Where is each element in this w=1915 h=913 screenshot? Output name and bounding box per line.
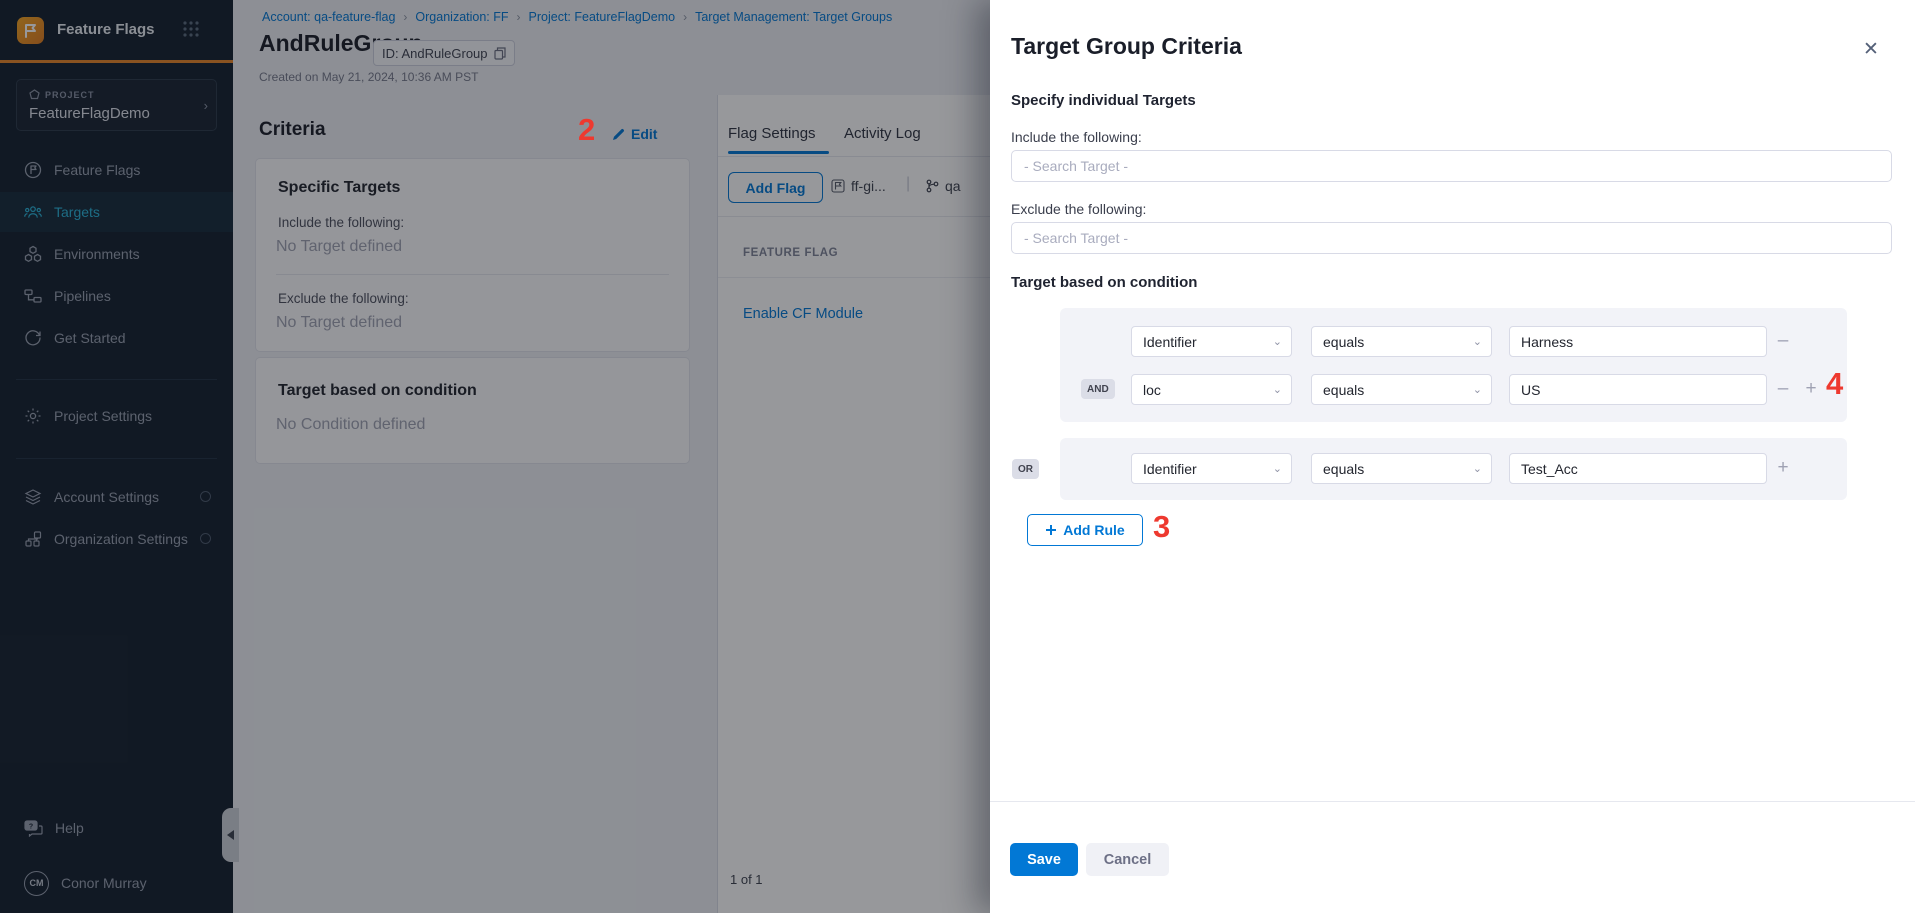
drawer-title: Target Group Criteria [1011, 33, 1242, 60]
annotation-step-3: 3 [1153, 511, 1170, 542]
plus-icon [1045, 524, 1057, 536]
chevron-down-icon: ⌄ [1473, 335, 1482, 348]
operator-select[interactable]: equals ⌄ [1311, 326, 1492, 357]
value-input[interactable] [1509, 453, 1767, 484]
operator-value: equals [1323, 334, 1364, 350]
specify-targets-heading: Specify individual Targets [1011, 92, 1196, 109]
operator-value: equals [1323, 382, 1364, 398]
annotation-step-4: 4 [1826, 368, 1843, 399]
value-input[interactable] [1509, 326, 1767, 357]
modal-backdrop[interactable] [0, 0, 990, 913]
add-condition-button[interactable]: + [1800, 378, 1822, 400]
attribute-value: Identifier [1143, 461, 1197, 477]
chevron-down-icon: ⌄ [1273, 335, 1282, 348]
operator-select[interactable]: equals ⌄ [1311, 453, 1492, 484]
operator-select[interactable]: equals ⌄ [1311, 374, 1492, 405]
include-target-search-input[interactable] [1011, 150, 1892, 182]
target-condition-heading: Target based on condition [1011, 274, 1197, 291]
attribute-select[interactable]: Identifier ⌄ [1131, 453, 1292, 484]
chevron-down-icon: ⌄ [1273, 462, 1282, 475]
attribute-select[interactable]: Identifier ⌄ [1131, 326, 1292, 357]
include-following-label: Include the following: [1011, 129, 1142, 145]
remove-condition-button[interactable]: – [1772, 330, 1794, 352]
cancel-button[interactable]: Cancel [1086, 843, 1169, 876]
attribute-value: Identifier [1143, 334, 1197, 350]
chevron-down-icon: ⌄ [1473, 383, 1482, 396]
operator-value: equals [1323, 461, 1364, 477]
annotation-step-2: 2 [578, 114, 595, 145]
and-connector-chip: AND [1081, 379, 1115, 399]
rule-group-1: Identifier ⌄ equals ⌄ – AND loc ⌄ equals… [1060, 308, 1847, 422]
chevron-down-icon: ⌄ [1273, 383, 1282, 396]
chevron-down-icon: ⌄ [1473, 462, 1482, 475]
add-condition-button[interactable]: + [1772, 457, 1794, 479]
footer-divider [990, 801, 1915, 802]
or-connector-chip: OR [1012, 459, 1039, 479]
attribute-select[interactable]: loc ⌄ [1131, 374, 1292, 405]
add-rule-button[interactable]: Add Rule [1027, 514, 1143, 546]
remove-condition-button[interactable]: – [1772, 378, 1794, 400]
add-rule-label: Add Rule [1063, 522, 1124, 538]
app-root: Feature Flags PROJECT FeatureFlagDemo › … [0, 0, 1915, 913]
attribute-value: loc [1143, 382, 1161, 398]
exclude-target-search-input[interactable] [1011, 222, 1892, 254]
close-icon[interactable]: ✕ [1860, 38, 1882, 60]
target-group-criteria-drawer: Target Group Criteria ✕ Specify individu… [990, 0, 1915, 913]
save-button[interactable]: Save [1010, 843, 1078, 876]
exclude-following-label: Exclude the following: [1011, 201, 1146, 217]
rule-group-2: Identifier ⌄ equals ⌄ + [1060, 438, 1847, 500]
value-input[interactable] [1509, 374, 1767, 405]
